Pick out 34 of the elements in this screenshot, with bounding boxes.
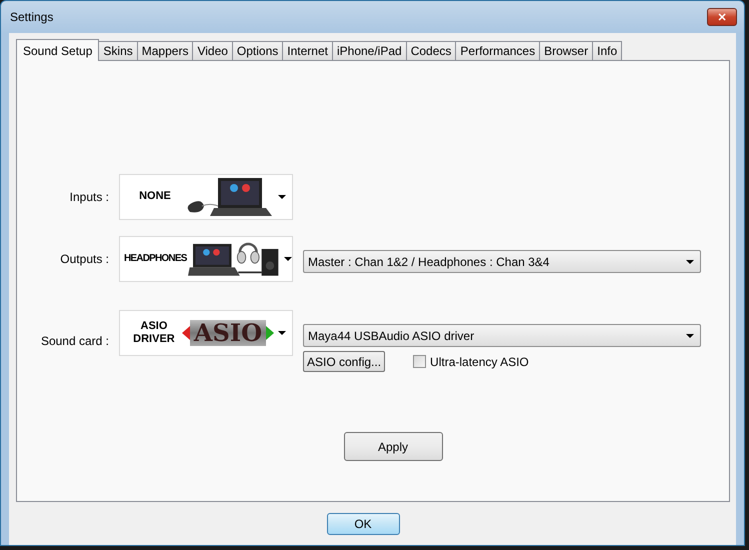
tab[interactable]: Info: [592, 41, 622, 60]
checkbox[interactable]: [413, 355, 426, 368]
dropdown-caret-icon: [686, 260, 694, 264]
row-label: Inputs :: [68, 190, 109, 204]
checkbox-option[interactable]: Ultra-latency ASIO: [413, 354, 529, 368]
dropdown-select[interactable]: Maya44 USBAudio ASIO driver: [303, 324, 701, 347]
picker-caption: ASIO DRIVER: [132, 320, 176, 346]
tab[interactable]: Codecs: [406, 41, 456, 60]
tab[interactable]: iPhone/iPad: [332, 41, 407, 60]
tab[interactable]: Video: [192, 41, 233, 60]
row-label: Sound card :: [40, 334, 109, 348]
asio-logo: ASIO: [182, 320, 274, 346]
dropdown-caret-icon: [278, 195, 286, 199]
apply-button[interactable]: Apply: [344, 432, 442, 461]
tab[interactable]: Sound Setup: [16, 39, 100, 61]
tab[interactable]: Performances: [455, 41, 540, 60]
dropdown-caret-icon: [278, 331, 286, 335]
config-button[interactable]: ASIO config...: [303, 351, 386, 372]
tab[interactable]: Skins: [98, 41, 138, 60]
dropdown-caret-icon: [284, 257, 292, 261]
tab[interactable]: Options: [232, 41, 284, 60]
tab[interactable]: Internet: [282, 41, 333, 60]
row-label: Outputs :: [59, 252, 109, 266]
dropdown-caret-icon: [686, 334, 694, 338]
device-picker[interactable]: NONE: [119, 174, 293, 220]
tab[interactable]: Mappers: [136, 41, 194, 60]
dropdown-select[interactable]: Master : Chan 1&2 / Headphones : Chan 3&4: [303, 250, 701, 273]
ok-button[interactable]: OK: [326, 512, 400, 534]
window-title: Settings: [10, 10, 54, 24]
tab[interactable]: Browser: [539, 41, 594, 60]
close-button[interactable]: ✕: [707, 8, 737, 26]
device-picker[interactable]: HEADPHONES: [119, 236, 293, 282]
device-picker[interactable]: ASIO DRIVER ASIO: [119, 310, 293, 356]
picker-caption: NONE: [138, 190, 172, 204]
